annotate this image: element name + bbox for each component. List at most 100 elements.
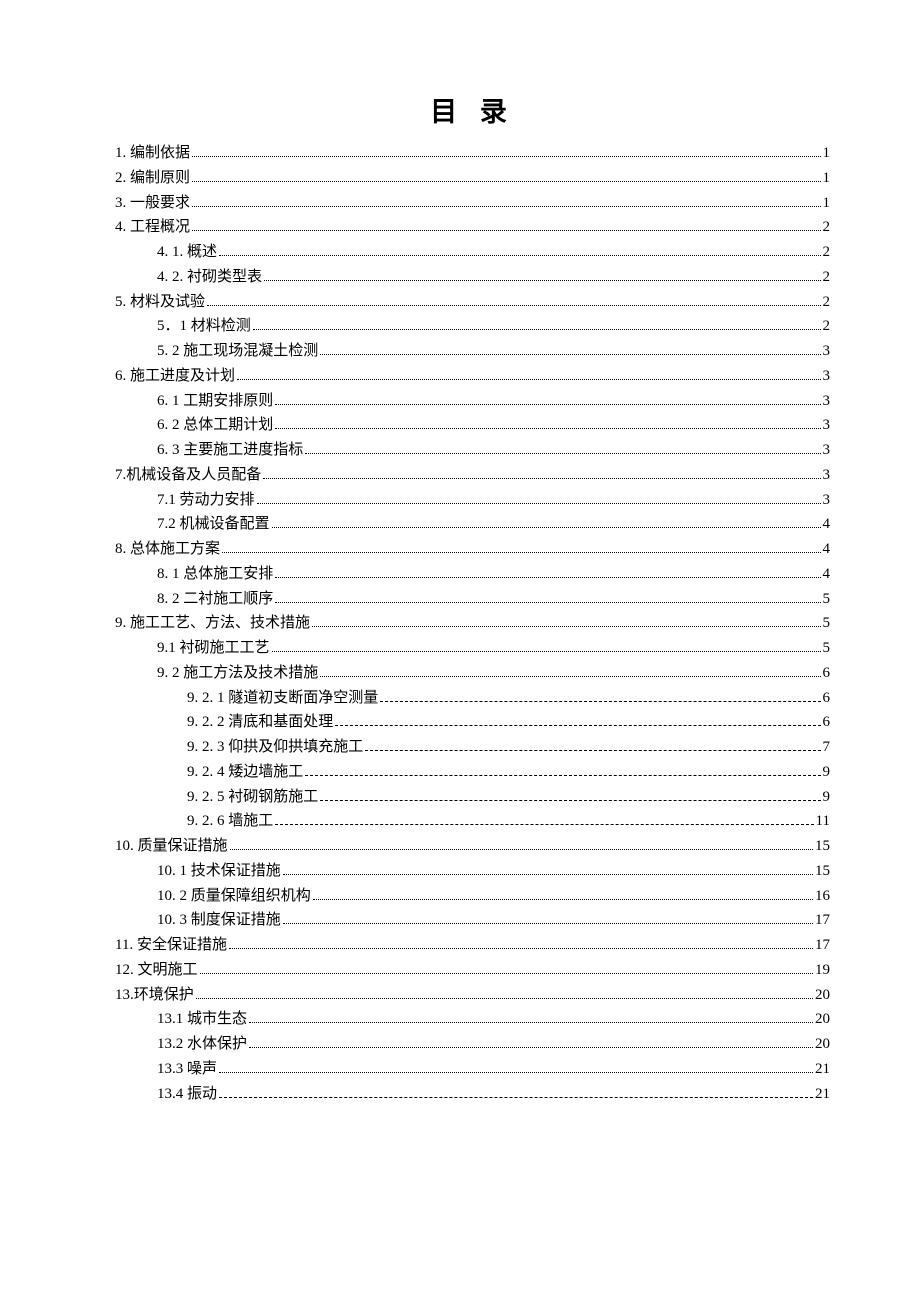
toc-entry-label: 3. 一般要求 [115, 191, 190, 216]
toc-entry-label: 9. 2. 3 仰拱及仰拱填充施工 [187, 735, 363, 760]
toc-entry-label: 9. 2. 4 矮边墙施工 [187, 760, 303, 785]
toc-entry-page: 3 [823, 463, 831, 488]
toc-leader [219, 242, 820, 257]
toc-leader [305, 761, 820, 776]
toc-entry-page: 2 [823, 240, 831, 265]
toc-entry: 7.1 劳动力安排 3 [115, 488, 830, 513]
toc-leader [320, 786, 820, 801]
toc-leader [192, 167, 820, 182]
toc-entry: 8. 2 二衬施工顺序 5 [115, 587, 830, 612]
toc-entry-label: 9. 2. 5 衬砌钢筋施工 [187, 785, 318, 810]
toc-entry-page: 5 [823, 636, 831, 661]
toc-entry-label: 6. 施工进度及计划 [115, 364, 235, 389]
toc-entry-label: 8. 2 二衬施工顺序 [157, 587, 273, 612]
toc-entry-label: 13.1 城市生态 [157, 1007, 247, 1032]
toc-entry-page: 2 [823, 314, 831, 339]
toc-entry: 6. 2 总体工期计划 3 [115, 413, 830, 438]
toc-entry: 10. 3 制度保证措施17 [115, 908, 830, 933]
toc-entry-page: 20 [815, 983, 830, 1008]
toc-entry-label: 6. 1 工期安排原则 [157, 389, 273, 414]
toc-entry-label: 13.4 振动 [157, 1082, 217, 1107]
toc-entry-page: 6 [823, 661, 831, 686]
toc-leader [320, 341, 820, 356]
toc-leader [380, 687, 820, 702]
toc-leader [313, 885, 813, 900]
toc-leader [264, 266, 820, 281]
toc-entry-label: 7.2 机械设备配置 [157, 512, 270, 537]
toc-entry: 3. 一般要求 1 [115, 191, 830, 216]
toc-entry-page: 21 [815, 1057, 830, 1082]
toc-entry: 7.机械设备及人员配备 3 [115, 463, 830, 488]
toc-entry-page: 4 [823, 512, 831, 537]
toc-leader [237, 365, 820, 380]
toc-leader [283, 910, 813, 925]
toc-leader [249, 1009, 813, 1024]
toc-entry-page: 9 [823, 760, 831, 785]
toc-entry-label: 7.机械设备及人员配备 [115, 463, 261, 488]
toc-leader [192, 143, 820, 158]
toc-entry-label: 13.环境保护 [115, 983, 194, 1008]
document-page: 目 录 1. 编制依据12. 编制原则13. 一般要求14. 工程概况24. 1… [0, 0, 920, 1166]
toc-entry-page: 1 [823, 191, 831, 216]
toc-entry-page: 7 [823, 735, 831, 760]
toc-entry: 4. 2. 衬砌类型表2 [115, 265, 830, 290]
toc-leader [312, 613, 820, 628]
toc-entry-label: 6. 2 总体工期计划 [157, 413, 273, 438]
toc-entry-page: 3 [823, 413, 831, 438]
toc-entry-label: 12. 文明施工 [115, 958, 198, 983]
toc-entry-label: 1. 编制依据 [115, 141, 190, 166]
toc-entry: 2. 编制原则1 [115, 166, 830, 191]
toc-entry-label: 10. 质量保证措施 [115, 834, 228, 859]
toc-entry-label: 9.1 衬砌施工工艺 [157, 636, 270, 661]
toc-entry: 8. 1 总体施工安排4 [115, 562, 830, 587]
toc-entry-page: 3 [823, 488, 831, 513]
toc-entry-label: 4. 2. 衬砌类型表 [157, 265, 262, 290]
toc-leader [275, 811, 813, 826]
toc-entry-page: 16 [815, 884, 830, 909]
toc-entry-page: 17 [815, 933, 830, 958]
toc-entry: 11. 安全保证措施17 [115, 933, 830, 958]
toc-entry: 1. 编制依据1 [115, 141, 830, 166]
toc-entry: 9. 2 施工方法及技术措施6 [115, 661, 830, 686]
toc-leader [275, 588, 820, 603]
toc-entry-page: 3 [823, 339, 831, 364]
toc-leader [249, 1034, 813, 1049]
toc-entry: 5. 2 施工现场混凝土检测3 [115, 339, 830, 364]
toc-entry-label: 4. 工程概况 [115, 215, 190, 240]
toc-entry: 13.4 振动 21 [115, 1082, 830, 1107]
toc-entry-label: 10. 2 质量保障组织机构 [157, 884, 311, 909]
toc-entry: 10. 1 技术保证措施15 [115, 859, 830, 884]
toc-entry-page: 3 [823, 364, 831, 389]
toc-leader [272, 638, 821, 653]
toc-entry: 9. 2. 4 矮边墙施工 9 [115, 760, 830, 785]
toc-entry: 4. 1. 概述2 [115, 240, 830, 265]
toc-entry: 9. 2. 2 清底和基面处理 6 [115, 710, 830, 735]
toc-leader [365, 737, 820, 752]
toc-entry-page: 9 [823, 785, 831, 810]
toc-entry-label: 10. 3 制度保证措施 [157, 908, 281, 933]
toc-leader [207, 291, 820, 306]
toc-entry-page: 20 [815, 1032, 830, 1057]
toc-entry-page: 3 [823, 389, 831, 414]
toc-entry: 7.2 机械设备配置 4 [115, 512, 830, 537]
toc-entry-label: 8. 总体施工方案 [115, 537, 220, 562]
toc-leader [200, 959, 813, 974]
toc-entry-page: 5 [823, 611, 831, 636]
toc-list: 1. 编制依据12. 编制原则13. 一般要求14. 工程概况24. 1. 概述… [115, 141, 830, 1106]
toc-entry: 9. 施工工艺、方法、技术措施5 [115, 611, 830, 636]
toc-entry-page: 5 [823, 587, 831, 612]
toc-entry-label: 13.3 噪声 [157, 1057, 217, 1082]
toc-entry: 13.环境保护 20 [115, 983, 830, 1008]
toc-entry-page: 2 [823, 290, 831, 315]
toc-leader [335, 712, 820, 727]
toc-entry: 6. 3 主要施工进度指标3 [115, 438, 830, 463]
toc-leader [230, 836, 813, 851]
toc-entry-label: 7.1 劳动力安排 [157, 488, 255, 513]
toc-entry-label: 6. 3 主要施工进度指标 [157, 438, 303, 463]
toc-entry-page: 4 [823, 537, 831, 562]
toc-entry: 10. 质量保证措施15 [115, 834, 830, 859]
toc-entry: 8. 总体施工方案 4 [115, 537, 830, 562]
toc-entry-label: 8. 1 总体施工安排 [157, 562, 273, 587]
toc-leader [320, 662, 820, 677]
toc-entry-page: 2 [823, 215, 831, 240]
